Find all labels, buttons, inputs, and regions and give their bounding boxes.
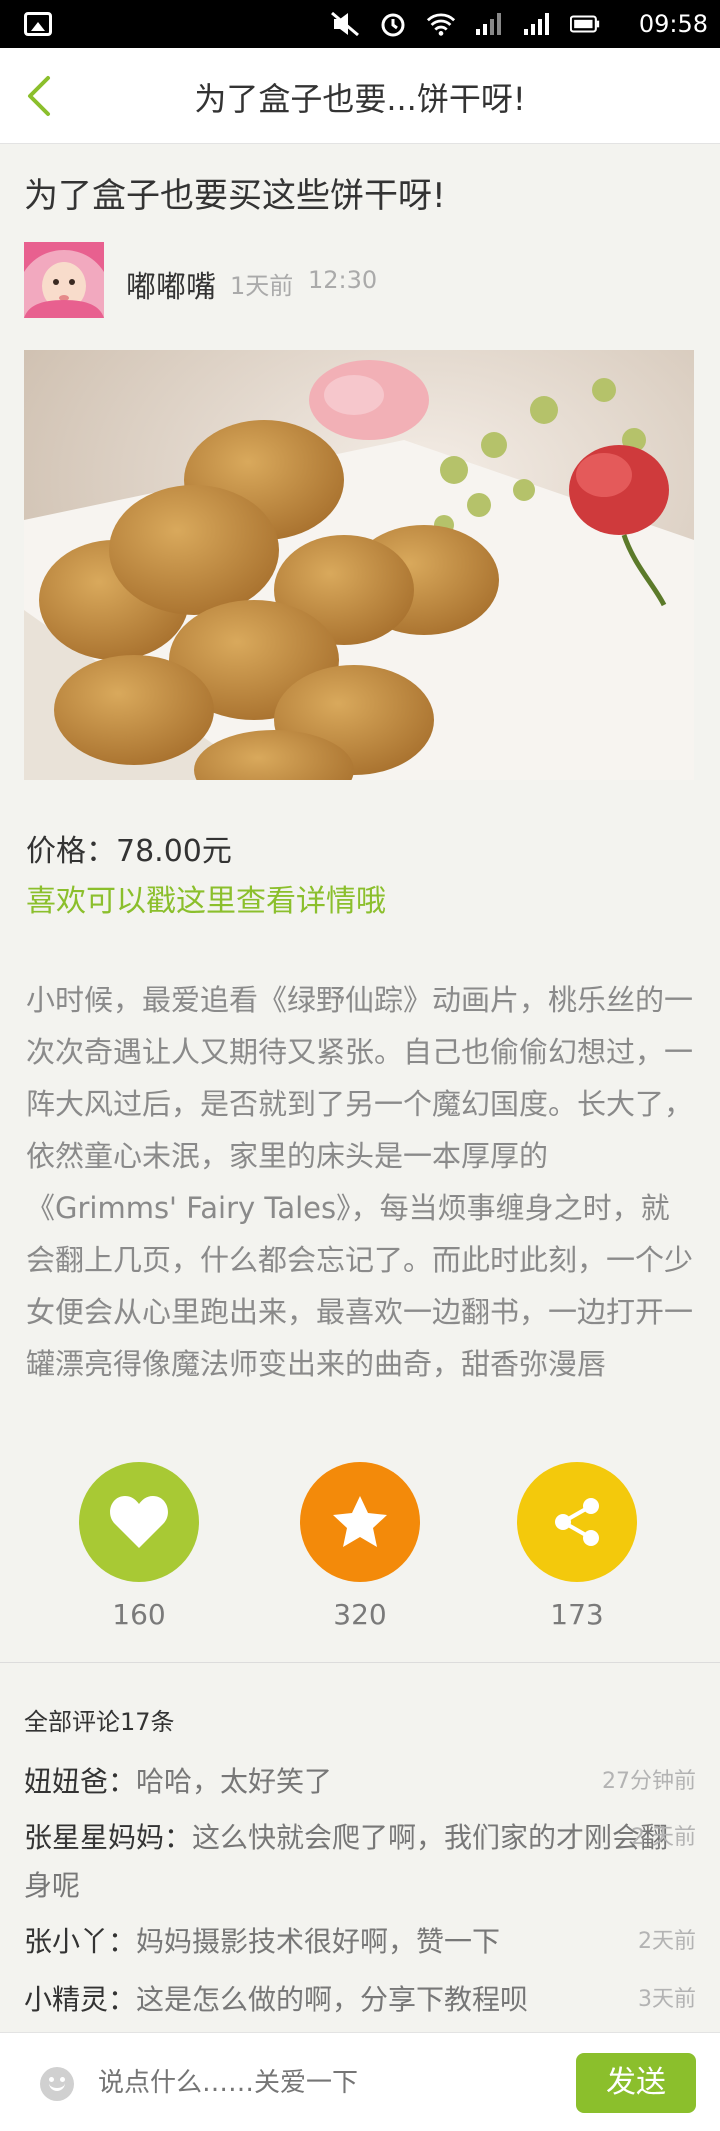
heart-icon [110,1496,168,1548]
like-button[interactable] [79,1462,199,1582]
comment-time: 2 天前 [631,1825,696,1850]
status-bar: 09:58 [0,0,720,48]
post-time: 12:30 [308,266,378,294]
comment-item[interactable]: 小精灵：这是怎么做的啊，分享下教程呗 3天前 [24,1976,696,2024]
top-nav-bar: 为了盒子也要...饼干呀! [0,48,720,144]
signal-icon-1 [474,10,504,38]
share-button[interactable] [517,1462,637,1582]
comment-text: 妈妈摄影技术很好啊，赞一下 [136,1925,501,1958]
comment-user[interactable]: 妞妞爸： [24,1765,136,1798]
price-label: 价格：78.00元 [26,834,232,869]
mute-icon [330,10,360,38]
battery-icon [570,10,600,38]
status-icons [330,10,600,38]
author-row: 嘟嘟嘴 1天前 12:30 [24,242,696,322]
avatar[interactable] [24,242,104,318]
emoji-icon[interactable] [40,2067,74,2101]
comment-time: 3天前 [638,1987,696,2012]
comment-user[interactable]: 张小丫： [24,1925,136,1958]
star-icon [333,1496,387,1547]
wifi-icon [426,10,456,38]
comment-item[interactable]: 张星星妈妈：这么快就会爬了啊，我们家的才刚会翻身呢 2 天前 [24,1814,696,1910]
page-title: 为了盒子也要...饼干呀! [194,80,526,118]
comment-text: 这是怎么做的啊，分享下教程呗 [136,1983,529,2016]
gallery-notification-icon [24,12,52,36]
comment-time: 2天前 [638,1929,696,1954]
comments-header: 全部评论17条 [24,1708,175,1736]
signal-icon-2 [522,10,552,38]
favorite-count: 320 [333,1598,387,1631]
comment-item[interactable]: 张小丫：妈妈摄影技术很好啊，赞一下 2天前 [24,1918,696,1966]
clock: 09:58 [638,10,708,38]
post-date: 1天前 [230,272,294,300]
send-button[interactable]: 发送 [576,2053,696,2113]
like-action: 160 [79,1462,199,1631]
comment-user[interactable]: 张星星妈妈： [24,1821,192,1854]
action-buttons: 160 320 173 [0,1462,720,1642]
share-count: 173 [550,1598,604,1631]
alarm-icon [378,10,408,38]
comment-time: 27分钟前 [602,1769,696,1794]
comment-input-bar: 发送 [0,2032,720,2131]
share-icon [555,1498,599,1546]
article-body: 小时候，最爱追看《绿野仙踪》动画片，桃乐丝的一次次奇遇让人又期待又紧张。自己也偷… [26,983,694,1381]
share-action: 173 [517,1462,637,1631]
comment-input[interactable] [98,2061,558,2105]
cookie-photo[interactable] [24,350,694,780]
divider [0,1662,720,1663]
comment-item[interactable]: 妞妞爸：哈哈，太好笑了 27分钟前 [24,1758,696,1806]
author-name[interactable]: 嘟嘟嘴 [126,262,216,306]
detail-link[interactable]: 喜欢可以戳这里查看详情哦 [26,876,386,920]
article-title: 为了盒子也要买这些饼干呀! [24,176,446,216]
like-count: 160 [112,1598,166,1631]
comment-text: 哈哈，太好笑了 [136,1765,333,1798]
comment-user[interactable]: 小精灵： [24,1983,136,2016]
favorite-button[interactable] [300,1462,420,1582]
favorite-action: 320 [300,1462,420,1631]
